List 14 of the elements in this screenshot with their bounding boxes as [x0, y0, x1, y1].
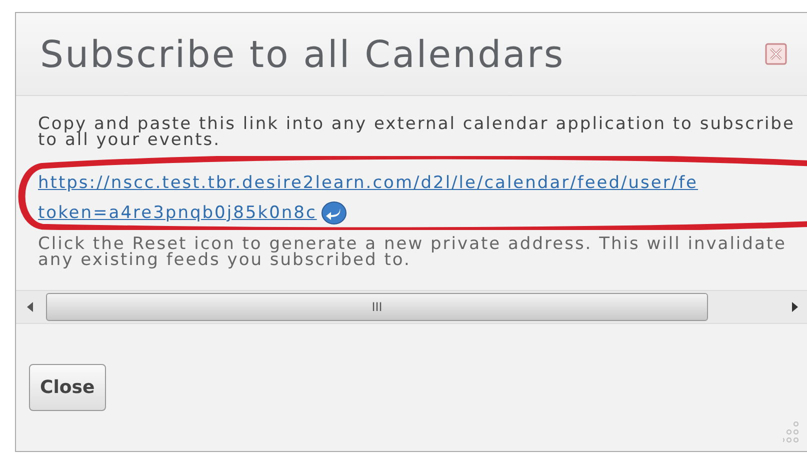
scrollbar-thumb[interactable]: III	[46, 293, 708, 321]
grip-text: III	[372, 300, 382, 314]
scroll-left-icon[interactable]	[26, 302, 34, 312]
reset-instructions: Click the Reset icon to generate a new private address. This will invalidate any existing feeds you subscribed to.	[38, 236, 788, 268]
feed-link[interactable]: https://nscc.test.tbr.desire2learn.com/d2l/le/calendar/feed/user/fe	[38, 173, 698, 193]
resize-grip-icon[interactable]	[783, 421, 799, 443]
close-icon[interactable]	[765, 43, 787, 65]
close-button[interactable]: Close	[29, 364, 106, 411]
scroll-right-icon[interactable]	[791, 302, 799, 312]
instruction-text: Copy and paste this link into any external calendar application to subscribe to all your events.	[38, 116, 796, 148]
reset-icon[interactable]	[320, 201, 347, 225]
dialog-title: Subscribe to all Calendars	[40, 32, 566, 76]
feed-link[interactable]: token=a4re3pnqb0j85k0n8c	[38, 203, 317, 223]
horizontal-scrollbar[interactable]: III	[16, 290, 807, 324]
